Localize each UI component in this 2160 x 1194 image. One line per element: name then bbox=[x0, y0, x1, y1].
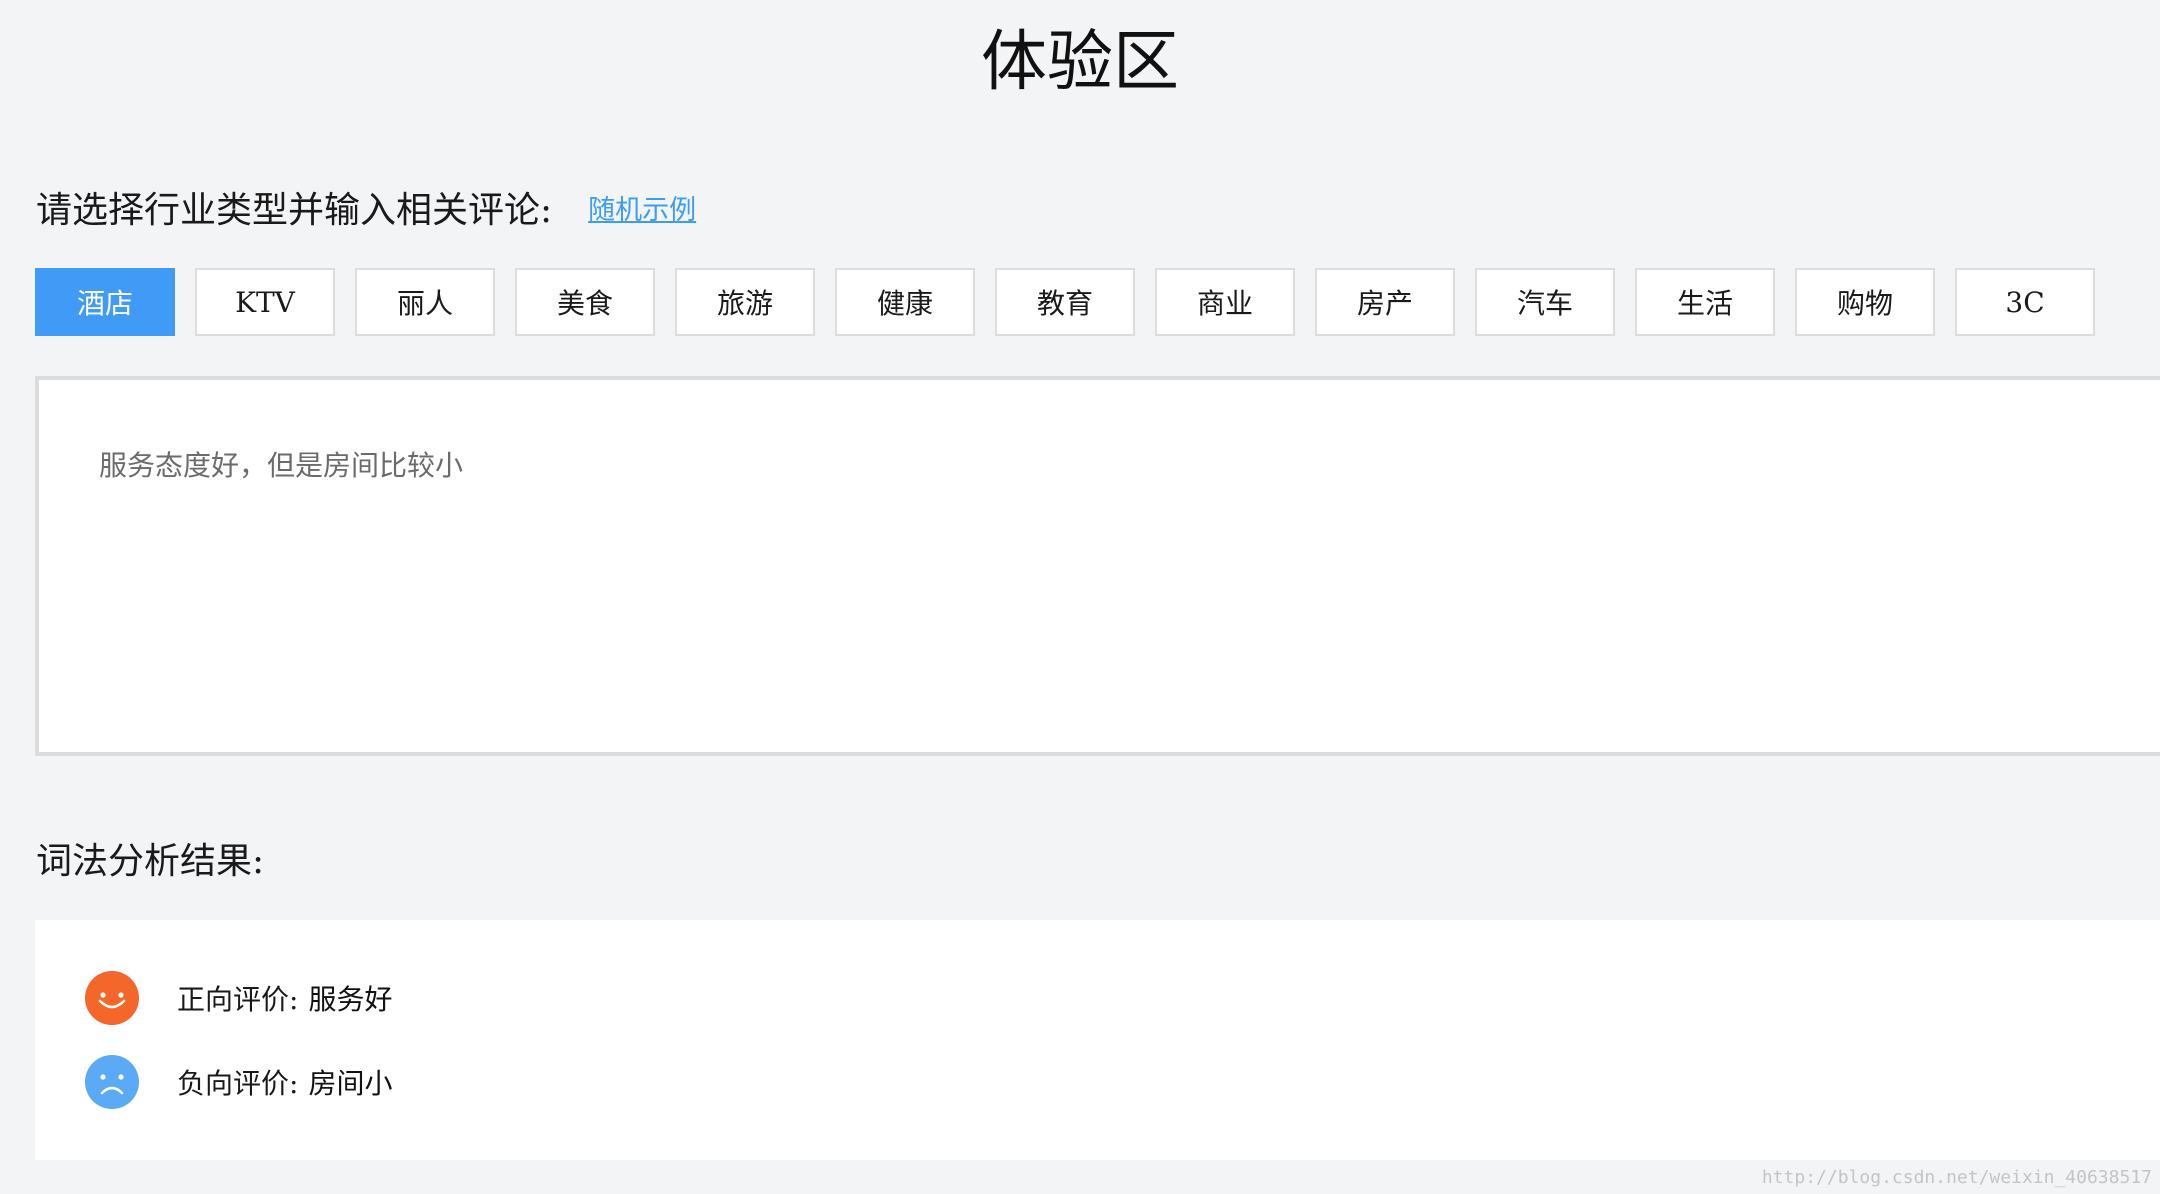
comment-textarea[interactable]: 服务态度好，但是房间比较小 bbox=[35, 376, 2160, 756]
smiley-face-icon bbox=[85, 971, 139, 1025]
sad-face-icon bbox=[85, 1055, 139, 1109]
industry-tab-life[interactable]: 生活 bbox=[1635, 268, 1775, 336]
industry-tab-hotel[interactable]: 酒店 bbox=[35, 268, 175, 336]
negative-value: 房间小 bbox=[308, 1067, 393, 1100]
watermark: http://blog.csdn.net/weixin_40638517 bbox=[1761, 1167, 2152, 1188]
result-panel: 正向评价: 服务好 负向评价: 房间小 bbox=[35, 920, 2160, 1160]
industry-tab-auto[interactable]: 汽车 bbox=[1475, 268, 1615, 336]
positive-result-row: 正向评价: 服务好 bbox=[85, 970, 392, 1026]
industry-tab-health[interactable]: 健康 bbox=[835, 268, 975, 336]
industry-tab-food[interactable]: 美食 bbox=[515, 268, 655, 336]
industry-tab-3c[interactable]: 3C bbox=[1955, 268, 2095, 336]
positive-value: 服务好 bbox=[308, 983, 393, 1016]
industry-tabs: 酒店 KTV 丽人 美食 旅游 健康 教育 商业 房产 汽车 生活 购物 3C bbox=[35, 268, 2095, 336]
industry-tab-real-estate[interactable]: 房产 bbox=[1315, 268, 1455, 336]
positive-label: 正向评价: bbox=[177, 983, 299, 1016]
page-title: 体验区 bbox=[981, 23, 1179, 100]
industry-tab-beauty[interactable]: 丽人 bbox=[355, 268, 495, 336]
page: 体验区 请选择行业类型并输入相关评论: 随机示例 酒店 KTV 丽人 美食 旅游… bbox=[0, 0, 2160, 1194]
negative-label: 负向评价: bbox=[177, 1067, 299, 1100]
industry-tab-education[interactable]: 教育 bbox=[995, 268, 1135, 336]
prompt-row: 请选择行业类型并输入相关评论: 随机示例 bbox=[36, 182, 696, 232]
result-heading: 词法分析结果: bbox=[36, 841, 265, 882]
random-example-link[interactable]: 随机示例 bbox=[588, 188, 696, 227]
prompt-label: 请选择行业类型并输入相关评论: bbox=[36, 190, 553, 231]
industry-tab-shopping[interactable]: 购物 bbox=[1795, 268, 1935, 336]
industry-tab-travel[interactable]: 旅游 bbox=[675, 268, 815, 336]
comment-text: 服务态度好，但是房间比较小 bbox=[99, 449, 464, 482]
industry-tab-ktv[interactable]: KTV bbox=[195, 268, 335, 336]
industry-tab-business[interactable]: 商业 bbox=[1155, 268, 1295, 336]
negative-result-row: 负向评价: 房间小 bbox=[85, 1054, 392, 1110]
